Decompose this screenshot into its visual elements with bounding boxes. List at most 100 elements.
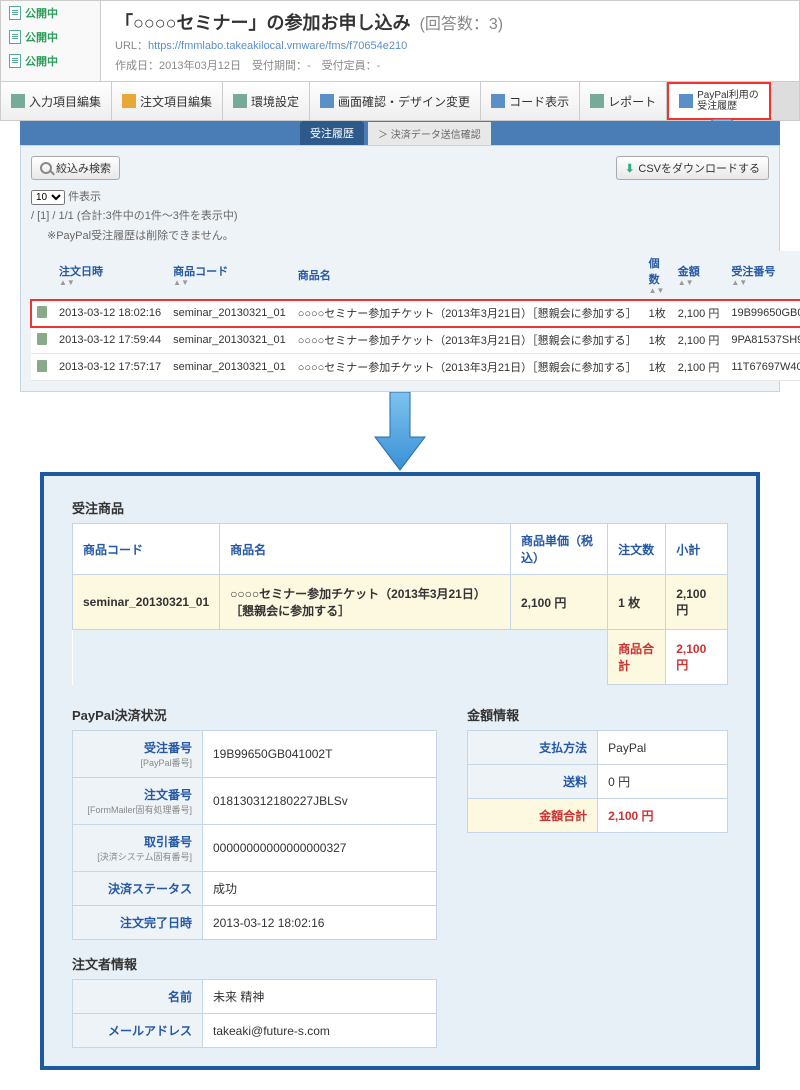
gear-icon	[233, 94, 247, 108]
status-label: 公開中	[25, 29, 58, 45]
input-edit-button[interactable]: 入力項目編集	[1, 82, 112, 120]
list-icon	[679, 94, 693, 108]
order-table: 注文日時▲▼ 商品コード▲▼ 商品名 個数▲▼ 金額▲▼ 受注番号▲▼ 注文番号…	[31, 251, 800, 381]
order-list-panel: 絞込み検索 ⬇CSVをダウンロードする 10 件表示 / [1] / 1/1 (…	[20, 145, 780, 392]
arrow-down-icon	[370, 392, 430, 472]
header-meta: 作成日：2013年03月12日 受付期間：- 受付定員：-	[115, 57, 785, 73]
item-row: seminar_20130321_01 ○○○○セミナー参加チケット（2013年…	[73, 575, 728, 630]
url-label: URL：	[115, 40, 148, 52]
env-settings-button[interactable]: 環境設定	[223, 82, 310, 120]
th-code: 商品コード	[73, 524, 220, 575]
th-qty: 注文数	[608, 524, 666, 575]
paypal-table: 受注番号[PayPal番号]19B99650GB041002T 注文番号[For…	[72, 730, 437, 940]
page-size-row: 10 件表示 / [1] / 1/1 (合計:3件中の1件〜3件を表示中)	[31, 188, 769, 223]
trash-icon	[37, 333, 47, 345]
order-label: 注文番号[FormMailer固有処理番号]	[73, 778, 203, 825]
trash-icon	[37, 306, 47, 318]
cell-amount: 2,100 円	[672, 354, 726, 381]
email-value: takeaki@future-s.com	[203, 1014, 437, 1048]
report-icon	[590, 94, 604, 108]
cell-receipt: 19B99650GB041002T	[725, 300, 800, 327]
email-label: メールアドレス	[73, 1014, 203, 1048]
items-total-value: 2,100 円	[666, 630, 728, 685]
status-item: 公開中	[1, 25, 100, 49]
page-size-select[interactable]: 10	[31, 190, 65, 205]
cell-name: ○○○○セミナー参加チケット（2013年3月21日）［懇親会に参加する］	[292, 354, 643, 381]
toolbar-label: 入力項目編集	[29, 93, 101, 110]
arrow-annotation	[0, 392, 800, 472]
status-value: 成功	[203, 872, 437, 906]
cell-code: seminar_20130321_01	[167, 327, 292, 354]
cell-datetime: 2013-03-12 17:57:17	[53, 354, 167, 381]
code-view-button[interactable]: コード表示	[481, 82, 580, 120]
items-table: 商品コード 商品名 商品単価（税込） 注文数 小計 seminar_201303…	[72, 523, 728, 685]
document-icon	[9, 54, 21, 68]
cell-name: ○○○○セミナー参加チケット（2013年3月21日）［懇親会に参加する］	[292, 300, 643, 327]
toolbar-label: 環境設定	[251, 93, 299, 110]
col-code[interactable]: 商品コード▲▼	[167, 251, 292, 300]
ship-value: 0 円	[598, 765, 728, 799]
cell-amount: 2,100 円	[672, 300, 726, 327]
tab-payment-confirm[interactable]: ＞ 決済データ送信確認	[368, 122, 491, 145]
toolbar-label: 画面確認・デザイン変更	[338, 93, 470, 110]
order-edit-button[interactable]: 注文項目編集	[112, 82, 223, 120]
method-value: PayPal	[598, 731, 728, 765]
list-note: ※PayPal受注履歴は削除できません。	[47, 227, 769, 243]
header-main: 「○○○○セミナー」の参加お申し込み (回答数：3) URL：https://f…	[101, 1, 799, 81]
cell-amount: 2,100 円	[672, 327, 726, 354]
cell-datetime: 2013-03-12 18:02:16	[53, 300, 167, 327]
status-item: 公開中	[1, 49, 100, 73]
page-size-label: 件表示	[68, 191, 101, 203]
cell-qty: 1枚	[643, 327, 672, 354]
ship-label: 送料	[468, 765, 598, 799]
table-row[interactable]: 2013-03-12 18:02:16seminar_20130321_01○○…	[31, 300, 800, 327]
col-amount[interactable]: 金額▲▼	[672, 251, 726, 300]
paypal-heading: PayPal決済状況	[72, 705, 437, 724]
button-label: 絞込み検索	[56, 160, 111, 176]
toolbar-spacer	[771, 82, 799, 120]
report-button[interactable]: レポート	[580, 82, 667, 120]
header-url-row: URL：https://fmmlabo.takeakilocal.vmware/…	[115, 37, 785, 53]
form-url-link[interactable]: https://fmmlabo.takeakilocal.vmware/fms/…	[148, 40, 407, 52]
customer-heading: 注文者情報	[72, 954, 437, 973]
customer-table: 名前未来 精神 メールアドレスtakeaki@future-s.com	[72, 979, 437, 1048]
paypal-history-button[interactable]: PayPal利用の受注履歴	[667, 82, 771, 120]
status-item: 公開中	[1, 1, 100, 25]
total-label: 金額合計	[468, 799, 598, 833]
table-row[interactable]: 2013-03-12 17:57:17seminar_20130321_01○○…	[31, 354, 800, 381]
tab-order-history[interactable]: 受注履歴	[300, 121, 364, 145]
order-detail-panel: 受注商品 商品コード 商品名 商品単価（税込） 注文数 小計 seminar_2…	[40, 472, 760, 1070]
status-label: 決済ステータス	[73, 872, 203, 906]
name-label: 名前	[73, 980, 203, 1014]
toolbar: 入力項目編集 注文項目編集 環境設定 画面確認・デザイン変更 コード表示 レポー…	[0, 82, 800, 121]
col-qty[interactable]: 個数▲▼	[643, 251, 672, 300]
status-label: 公開中	[25, 53, 58, 69]
col-datetime[interactable]: 注文日時▲▼	[53, 251, 167, 300]
download-csv-button[interactable]: ⬇CSVをダウンロードする	[616, 156, 769, 180]
done-value: 2013-03-12 18:02:16	[203, 906, 437, 940]
pencil-icon	[11, 94, 25, 108]
answer-count: (回答数：3)	[420, 16, 504, 33]
code-icon	[491, 94, 505, 108]
receipt-label: 受注番号[PayPal番号]	[73, 731, 203, 778]
cell-code: seminar_20130321_01	[167, 300, 292, 327]
txn-label: 取引番号[決済システム固有番号]	[73, 825, 203, 872]
page-info: / [1] / 1/1 (合計:3件中の1件〜3件を表示中)	[31, 207, 769, 223]
toolbar-label: コード表示	[509, 93, 569, 110]
col-receipt[interactable]: 受注番号▲▼	[725, 251, 800, 300]
th-name: 商品名	[220, 524, 511, 575]
download-icon: ⬇	[625, 162, 634, 175]
item-code: seminar_20130321_01	[73, 575, 220, 630]
document-icon	[9, 30, 21, 44]
filter-search-button[interactable]: 絞込み検索	[31, 156, 120, 180]
tabs-strip: 受注履歴 ＞ 決済データ送信確認	[20, 121, 780, 145]
items-heading: 受注商品	[72, 498, 728, 517]
cell-datetime: 2013-03-12 17:59:44	[53, 327, 167, 354]
table-row[interactable]: 2013-03-12 17:59:44seminar_20130321_01○○…	[31, 327, 800, 354]
document-icon	[9, 6, 21, 20]
col-name[interactable]: 商品名	[292, 251, 643, 300]
cell-code: seminar_20130321_01	[167, 354, 292, 381]
amount-heading: 金額情報	[467, 705, 728, 724]
items-total-row: 商品合計 2,100 円	[73, 630, 728, 685]
design-preview-button[interactable]: 画面確認・デザイン変更	[310, 82, 481, 120]
